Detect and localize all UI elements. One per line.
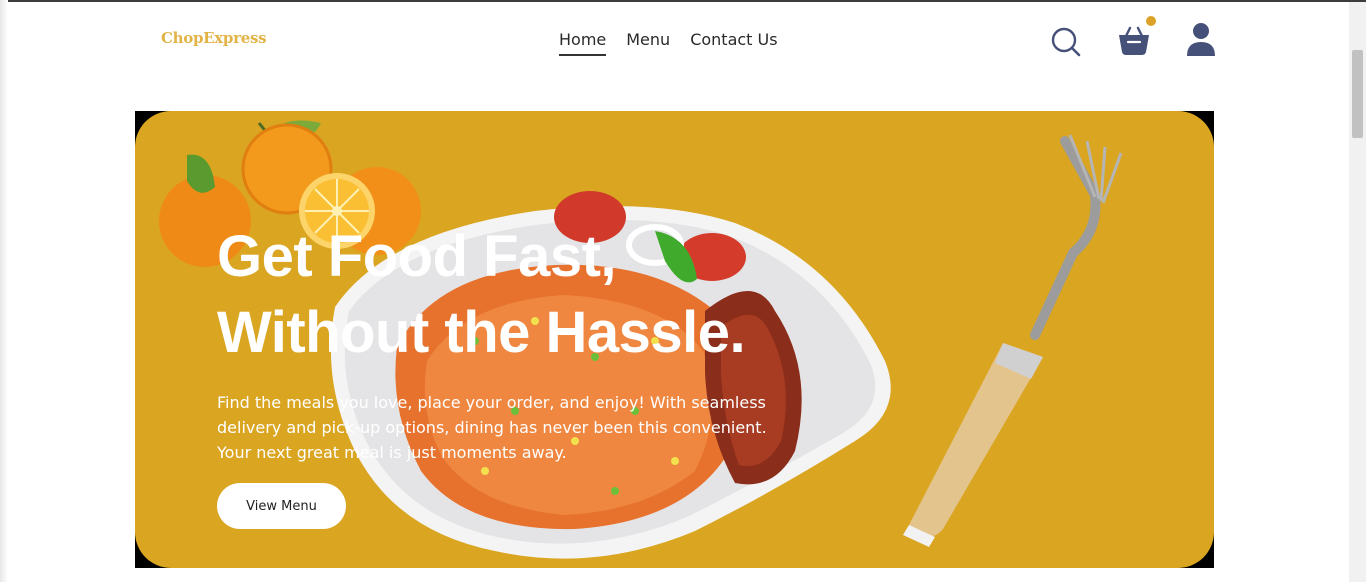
hero-banner: Get Food Fast, Without the Hassle. Find … bbox=[135, 111, 1214, 568]
window-left-shadow bbox=[0, 0, 8, 582]
hero-section: Get Food Fast, Without the Hassle. Find … bbox=[135, 111, 1214, 568]
page-scrollbar[interactable] bbox=[1349, 2, 1366, 582]
search-icon bbox=[1051, 27, 1081, 57]
cart-badge bbox=[1146, 16, 1156, 26]
view-menu-button[interactable]: View Menu bbox=[217, 483, 346, 529]
site-logo[interactable]: ChopExpress bbox=[161, 29, 267, 47]
nav-link-contact[interactable]: Contact Us bbox=[690, 30, 777, 56]
window-top-border bbox=[0, 0, 1366, 2]
cart-button[interactable] bbox=[1116, 24, 1152, 58]
main-nav: Home Menu Contact Us bbox=[559, 30, 778, 56]
hero-title: Get Food Fast, Without the Hassle. bbox=[217, 219, 746, 371]
hero-title-line-1: Get Food Fast, bbox=[217, 224, 617, 289]
user-icon bbox=[1187, 23, 1215, 56]
nav-link-menu[interactable]: Menu bbox=[626, 30, 670, 56]
search-button[interactable] bbox=[1050, 26, 1082, 58]
fork-image bbox=[903, 134, 1123, 547]
basket-icon bbox=[1119, 26, 1149, 55]
nav-link-home[interactable]: Home bbox=[559, 30, 607, 56]
hero-title-line-2: Without the Hassle. bbox=[217, 300, 746, 365]
scrollbar-thumb[interactable] bbox=[1352, 50, 1363, 138]
user-account-button[interactable] bbox=[1186, 22, 1216, 58]
hero-description: Find the meals you love, place your orde… bbox=[217, 393, 767, 462]
